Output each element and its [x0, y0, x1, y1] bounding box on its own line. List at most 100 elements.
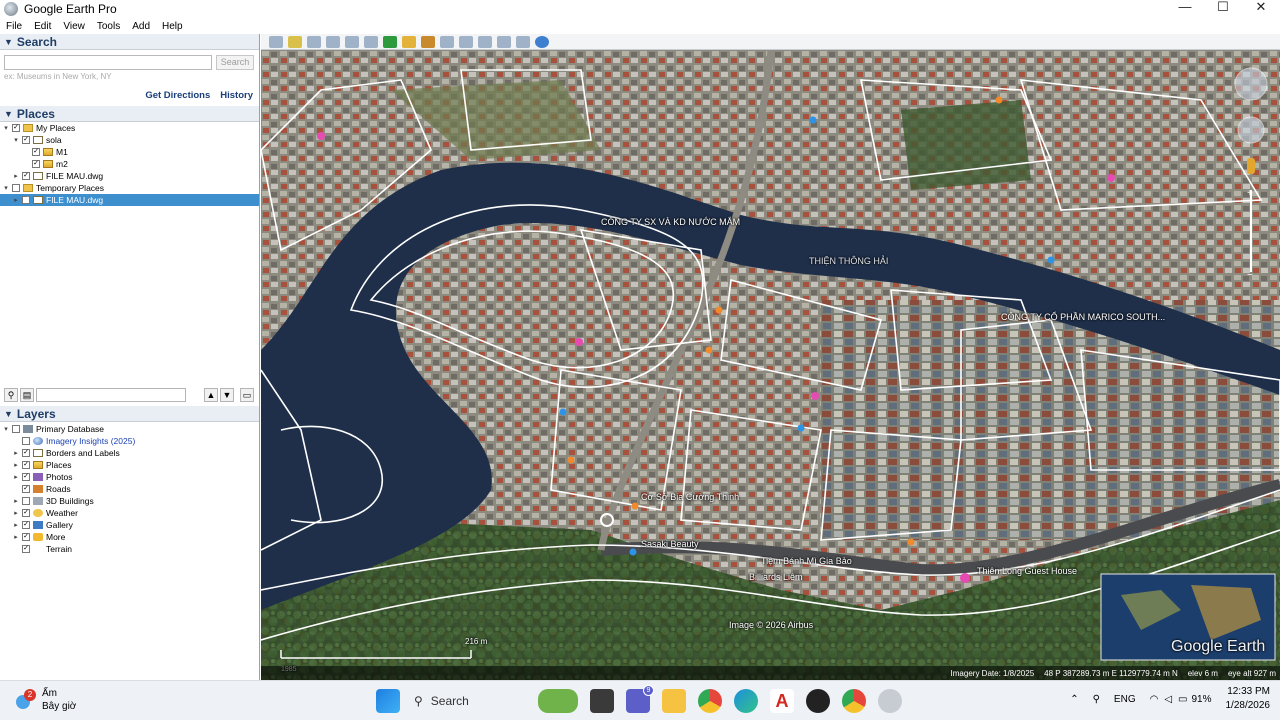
placemark-tool-icon[interactable]	[288, 35, 302, 48]
tree-item[interactable]: ▸ ✓ Borders and Labels	[0, 447, 259, 459]
tree-item[interactable]: ✓ Terrain	[0, 543, 259, 555]
volume-icon[interactable]: ◁	[1164, 694, 1172, 705]
tree-item[interactable]: ▸ ✓ Gallery	[0, 519, 259, 531]
widget-car-icon[interactable]	[538, 689, 578, 713]
visibility-checkbox[interactable]: ✓	[22, 196, 30, 204]
visibility-checkbox[interactable]: ✓	[22, 461, 30, 469]
polygon-tool-icon[interactable]	[307, 35, 321, 48]
visibility-checkbox[interactable]: ✓	[22, 172, 30, 180]
battery-icon[interactable]: ▭	[1178, 694, 1187, 705]
recorder-icon[interactable]	[806, 689, 830, 713]
clock[interactable]: 12:33 PM 1/28/2026	[1226, 685, 1271, 713]
visibility-checkbox[interactable]: ✓	[12, 124, 20, 132]
earth-view-icon[interactable]	[535, 35, 549, 48]
expand-toggle-icon[interactable]: ▾	[2, 184, 10, 192]
satellite-map[interactable]: + −	[261, 50, 1280, 680]
movie-icon[interactable]	[516, 35, 530, 48]
folder-options-icon[interactable]: ▭	[240, 388, 254, 402]
move-down-icon[interactable]: ▼	[220, 388, 234, 402]
tree-item[interactable]: ✓ M1	[0, 146, 259, 158]
expand-toggle-icon[interactable]: ▸	[12, 449, 20, 457]
panel-toggle-icon[interactable]: ▤	[20, 388, 34, 402]
places-filter-input[interactable]	[36, 388, 186, 402]
tree-item[interactable]: ▸ ✓ FILE MAU.dwg	[0, 194, 259, 206]
visibility-checkbox[interactable]: ✓	[22, 533, 30, 541]
tree-item[interactable]: ▸ ✓ Photos	[0, 471, 259, 483]
tree-item[interactable]: ▾ Primary Database	[0, 423, 259, 435]
teams-icon[interactable]: 9	[626, 685, 654, 713]
menu-add[interactable]: Add	[132, 21, 150, 32]
edge-icon[interactable]	[734, 689, 758, 713]
planets-icon[interactable]	[421, 35, 435, 48]
visibility-checkbox[interactable]	[22, 497, 30, 505]
tour-tool-icon[interactable]	[364, 35, 378, 48]
visibility-checkbox[interactable]: ✓	[22, 485, 30, 493]
close-button[interactable]: ✕	[1242, 0, 1280, 14]
move-up-icon[interactable]: ▲	[204, 388, 218, 402]
task-view-icon[interactable]	[590, 689, 614, 713]
expand-toggle-icon[interactable]: ▾	[2, 425, 10, 433]
weather-widget[interactable]: 2 Ấm Bây giờ	[14, 687, 76, 713]
visibility-checkbox[interactable]: ✓	[22, 509, 30, 517]
tree-item[interactable]: ▾ ✓ My Places	[0, 122, 259, 134]
tree-item[interactable]: ▸ ✓ More	[0, 531, 259, 543]
places-section-header[interactable]: ▼ Places	[0, 106, 259, 122]
menu-help[interactable]: Help	[162, 21, 183, 32]
visibility-checkbox[interactable]	[12, 425, 20, 433]
expand-toggle-icon[interactable]: ▾	[12, 136, 20, 144]
tree-item[interactable]: ▾ ✓ sola	[0, 134, 259, 146]
menu-view[interactable]: View	[63, 21, 85, 32]
minimize-button[interactable]: —	[1166, 0, 1204, 14]
maximize-button[interactable]: ☐	[1204, 0, 1242, 14]
menu-tools[interactable]: Tools	[97, 21, 120, 32]
expand-toggle-icon[interactable]: ▸	[12, 509, 20, 517]
tree-item[interactable]: ▸ ✓ Weather	[0, 507, 259, 519]
google-earth-taskbar-icon[interactable]	[878, 689, 902, 713]
sidebar-toggle-icon[interactable]	[269, 35, 283, 48]
chrome-icon[interactable]	[698, 689, 722, 713]
tree-item[interactable]: ▸ ✓ Places	[0, 459, 259, 471]
search-section-header[interactable]: ▼ Search	[0, 34, 259, 50]
search-input[interactable]	[4, 55, 212, 70]
overlay-tool-icon[interactable]	[345, 35, 359, 48]
expand-toggle-icon[interactable]: ▸	[12, 196, 20, 204]
print-icon[interactable]	[478, 35, 492, 48]
path-tool-icon[interactable]	[326, 35, 340, 48]
file-explorer-icon[interactable]	[662, 689, 686, 713]
visibility-checkbox[interactable]: ✓	[22, 449, 30, 457]
language-indicator[interactable]: ENG	[1114, 694, 1136, 705]
tree-item[interactable]: ▾ Temporary Places	[0, 182, 259, 194]
visibility-checkbox[interactable]	[12, 184, 20, 192]
expand-toggle-icon[interactable]: ▸	[12, 533, 20, 541]
visibility-checkbox[interactable]: ✓	[22, 136, 30, 144]
tree-item[interactable]: ▸ 3D Buildings	[0, 495, 259, 507]
menu-file[interactable]: File	[6, 21, 22, 32]
expand-toggle-icon[interactable]: ▸	[12, 172, 20, 180]
tree-item[interactable]: Imagery Insights (2025)	[0, 435, 259, 447]
acrobat-icon[interactable]: A	[770, 689, 794, 713]
map-viewport[interactable]: + − CÔNG TY SX VÀ KD NƯỚC MẮM THIỆN THÔN…	[261, 34, 1280, 680]
wifi-icon[interactable]: ◠	[1150, 694, 1159, 705]
ruler-icon[interactable]	[440, 35, 454, 48]
expand-toggle-icon[interactable]: ▸	[12, 461, 20, 469]
visibility-checkbox[interactable]: ✓	[22, 545, 30, 553]
tree-item[interactable]: ▸ ✓ FILE MAU.dwg	[0, 170, 259, 182]
chevron-up-icon[interactable]: ⌃	[1070, 694, 1078, 705]
search-button[interactable]: Search	[216, 55, 254, 70]
search-places-icon[interactable]: ⚲	[4, 388, 18, 402]
sun-icon[interactable]	[402, 35, 416, 48]
start-icon[interactable]	[376, 689, 400, 713]
visibility-checkbox[interactable]	[22, 437, 30, 445]
historical-imagery-icon[interactable]	[383, 35, 397, 48]
expand-toggle-icon[interactable]: ▸	[12, 497, 20, 505]
expand-toggle-icon[interactable]: ▸	[12, 521, 20, 529]
menu-edit[interactable]: Edit	[34, 21, 51, 32]
tree-item[interactable]: ✓ m2	[0, 158, 259, 170]
history-link[interactable]: History	[220, 90, 253, 101]
visibility-checkbox[interactable]: ✓	[22, 473, 30, 481]
get-directions-link[interactable]: Get Directions	[145, 90, 210, 101]
tree-item[interactable]: ✓ Roads	[0, 483, 259, 495]
visibility-checkbox[interactable]: ✓	[32, 148, 40, 156]
chrome-profile-icon[interactable]	[842, 689, 866, 713]
layers-section-header[interactable]: ▼ Layers	[0, 406, 259, 422]
